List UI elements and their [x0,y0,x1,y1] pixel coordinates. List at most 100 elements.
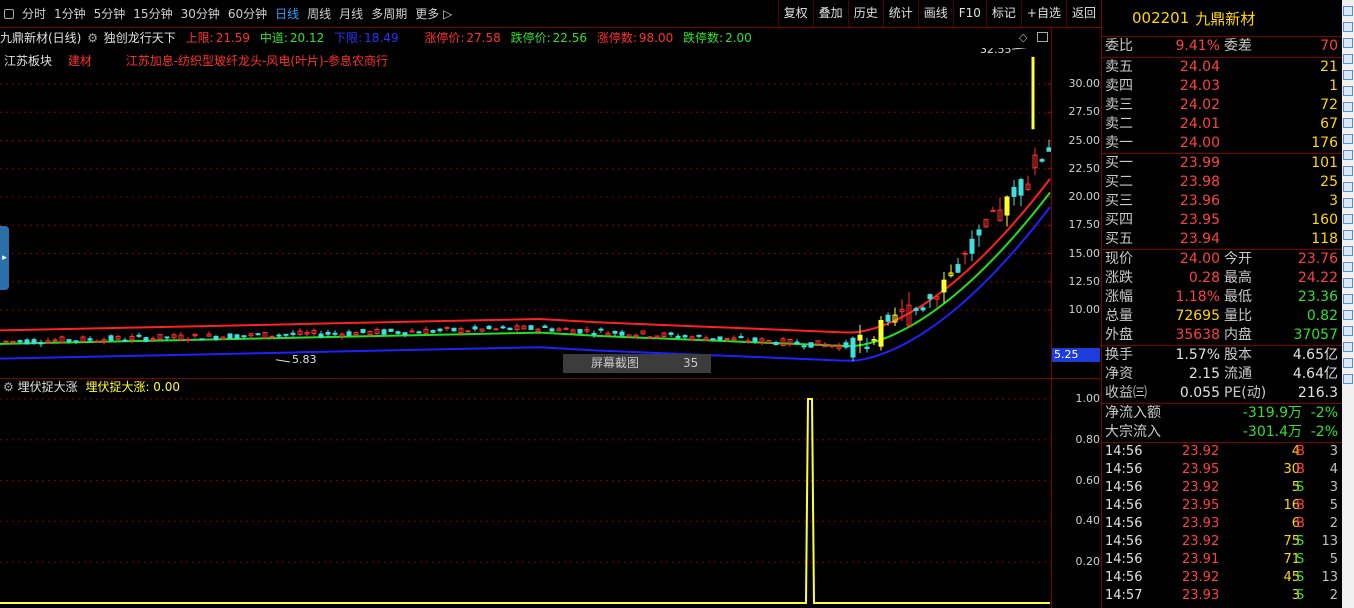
sub-y-tick-label: 1.00 [1075,392,1101,405]
tick-time: 14:56 [1105,462,1143,477]
panel-toggle-icon[interactable] [1037,32,1048,42]
period-tab-9[interactable]: 多周期 [367,5,411,22]
period-tab-4[interactable]: 30分钟 [177,5,224,22]
tick-row-5[interactable]: 14:56 23.92 75 S 13 [1102,533,1342,551]
settings-icon[interactable]: ⚙ [87,31,98,45]
candle-body [360,328,366,333]
side-tool-icon[interactable] [1343,374,1353,384]
expand-panel-tab[interactable]: ▸ [0,226,9,290]
tick-row-4[interactable]: 14:56 23.93 6 B 2 [1102,515,1342,533]
side-tool-icon[interactable] [1343,166,1353,176]
period-tab-10[interactable]: 更多 ▷ [411,5,456,22]
tick-row-1[interactable]: 14:56 23.95 30 B 4 [1102,461,1342,479]
side-tool-icon[interactable] [1343,38,1353,48]
order-ratio-row: 委比 9.41% 委差 70 [1102,37,1342,57]
tick-row-8[interactable]: 14:57 23.93 3 S 2 [1102,587,1342,605]
tick-count: 4 [1329,462,1338,477]
toolbar-buttons: 复权 叠加 历史 统计 画线 F10 标记 +自选 返回 [777,0,1101,27]
sub-indicator-name[interactable]: 埋伏捉大涨 [18,380,78,394]
side-tool-icon[interactable] [1343,214,1353,224]
side-tool-icon[interactable] [1343,278,1353,288]
side-tool-icon[interactable] [1343,262,1353,272]
side-tool-icon[interactable] [1343,54,1353,64]
toolbar-button-6[interactable]: 标记 [985,0,1021,27]
toolbar-button-0[interactable]: 复权 [777,0,813,27]
candle-body [66,339,72,342]
diamond-icon[interactable]: ◇ [1019,31,1027,44]
candle-body [31,339,37,344]
side-tool-icon[interactable] [1343,6,1353,16]
toolbar-button-4[interactable]: 画线 [917,0,953,27]
side-tool-icon[interactable] [1343,358,1353,368]
tick-row-2[interactable]: 14:56 23.92 5 S 3 [1102,479,1342,497]
toolbar-button-5[interactable]: F10 [952,0,986,27]
period-tab-8[interactable]: 月线 [335,5,367,22]
tick-row-3[interactable]: 14:56 23.95 16 B 5 [1102,497,1342,515]
flow-pct: -2% [1310,424,1338,440]
side-tool-icon[interactable] [1343,182,1353,192]
candle-body [409,330,415,333]
y-tick-label: 22.50 [1068,161,1101,175]
right-toolbar[interactable] [1342,0,1354,608]
share-value-2: 216.3 [1297,385,1338,401]
ask-row-1-label: 卖四 [1105,78,1133,94]
sub-settings-icon[interactable]: ⚙ [3,380,14,394]
side-tool-icon[interactable] [1343,230,1353,240]
bid-row-1-volume: 25 [1320,174,1338,190]
flow-label: 大宗流入 [1105,424,1161,440]
tick-side: B [1296,516,1305,531]
toolbar-button-1[interactable]: 叠加 [812,0,848,27]
side-tool-icon[interactable] [1343,70,1353,80]
tick-row-0[interactable]: 14:56 23.92 4 B 3 [1102,443,1342,461]
tick-row-6[interactable]: 14:56 23.91 71 S 5 [1102,551,1342,569]
toolbar-button-8[interactable]: 返回 [1065,0,1101,27]
period-tab-2[interactable]: 5分钟 [90,5,130,22]
toolbar-button-7[interactable]: +自选 [1020,0,1066,27]
side-tool-icon[interactable] [1343,86,1353,96]
side-tool-icon[interactable] [1343,150,1353,160]
side-tool-icon[interactable] [1343,102,1353,112]
candle-body [276,334,282,337]
candle-body [213,335,219,340]
period-tab-1[interactable]: 1分钟 [50,5,90,22]
ask-row-1-price: 24.03 [1179,78,1220,94]
side-tool-icon[interactable] [1343,294,1353,304]
weicha-value: 70 [1320,38,1338,54]
candle-body [493,328,499,331]
stock-title: 九鼎新材(日线) [0,31,82,45]
toolbar-button-3[interactable]: 统计 [882,0,918,27]
ask-row-2-price: 24.02 [1179,97,1220,113]
stock-kline-window: { "toolbar": { "periods": [ {"label": "分… [0,0,1354,608]
period-tab-3[interactable]: 15分钟 [129,5,176,22]
screenshot-tooltip[interactable]: 屏幕截图 35 [563,354,711,373]
side-tool-icon[interactable] [1343,246,1353,256]
candle-body [269,335,275,338]
tick-row-7[interactable]: 14:56 23.92 45 S 13 [1102,569,1342,587]
window-icon[interactable] [4,8,14,19]
period-tab-6[interactable]: 日线 [271,5,303,22]
sub-indicator-chart[interactable] [0,395,1052,608]
candle-body [808,342,814,348]
screenshot-value: 35 [683,356,699,370]
kline-chart[interactable]: 32.55 5.83 [0,48,1052,378]
toolbar-button-2[interactable]: 历史 [847,0,883,27]
side-tool-icon[interactable] [1343,118,1353,128]
mid-value: 20.12 [289,31,325,45]
ask-row-0-price: 24.04 [1179,59,1220,75]
period-tab-5[interactable]: 60分钟 [224,5,271,22]
candle-body [1004,196,1010,216]
tick-volume: 75 [1283,534,1300,549]
candle-body [920,307,926,311]
side-tool-icon[interactable] [1343,310,1353,320]
side-tool-icon[interactable] [1343,22,1353,32]
side-tool-icon[interactable] [1343,326,1353,336]
period-tab-7[interactable]: 周线 [303,5,335,22]
side-tool-icon[interactable] [1343,198,1353,208]
candle-body [745,340,751,343]
tick-list[interactable]: 14:56 23.92 4 B 3 14:56 23.95 30 B 4 14:56 23.92 5 S 3… [1102,443,1342,605]
period-tab-0[interactable]: 分时 [18,5,50,22]
side-tool-icon[interactable] [1343,134,1353,144]
indicator-name[interactable]: 独创龙行天下 [104,31,176,45]
ask-row-0-label: 卖五 [1105,59,1133,75]
side-tool-icon[interactable] [1343,342,1353,352]
